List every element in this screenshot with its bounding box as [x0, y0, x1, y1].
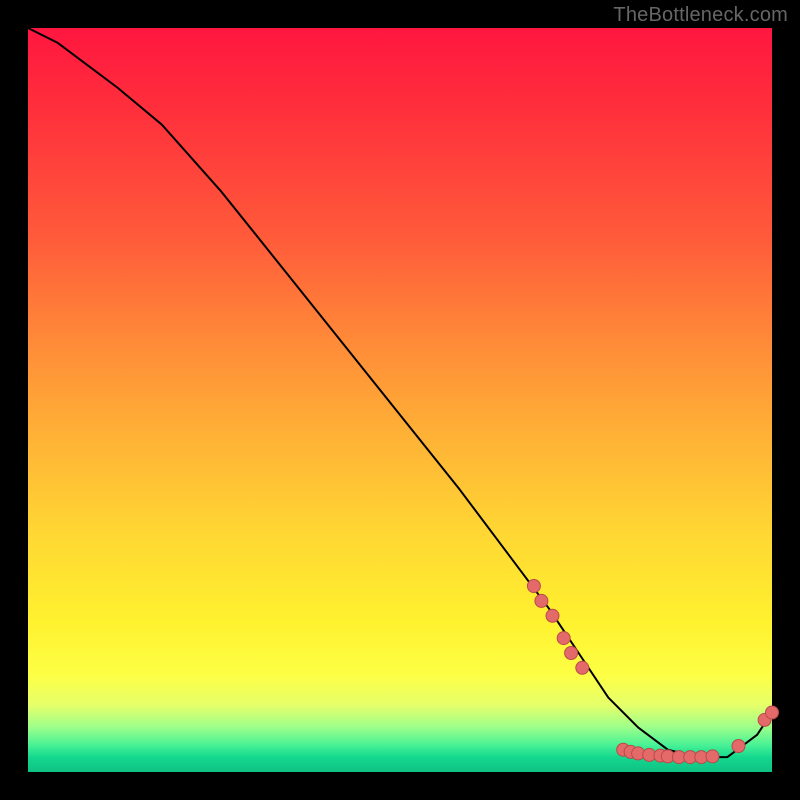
data-marker [565, 647, 578, 660]
chart-svg [28, 28, 772, 772]
data-marker [546, 609, 559, 622]
data-marker [732, 740, 745, 753]
watermark-text: TheBottleneck.com [613, 4, 788, 27]
data-marker [706, 750, 719, 763]
data-marker [535, 594, 548, 607]
data-marker [576, 661, 589, 674]
chart-frame: TheBottleneck.com [0, 0, 800, 800]
data-marker [766, 706, 779, 719]
plot-area [28, 28, 772, 772]
curve-line [28, 28, 772, 757]
marker-group [527, 580, 778, 764]
data-marker [527, 580, 540, 593]
data-marker [557, 632, 570, 645]
